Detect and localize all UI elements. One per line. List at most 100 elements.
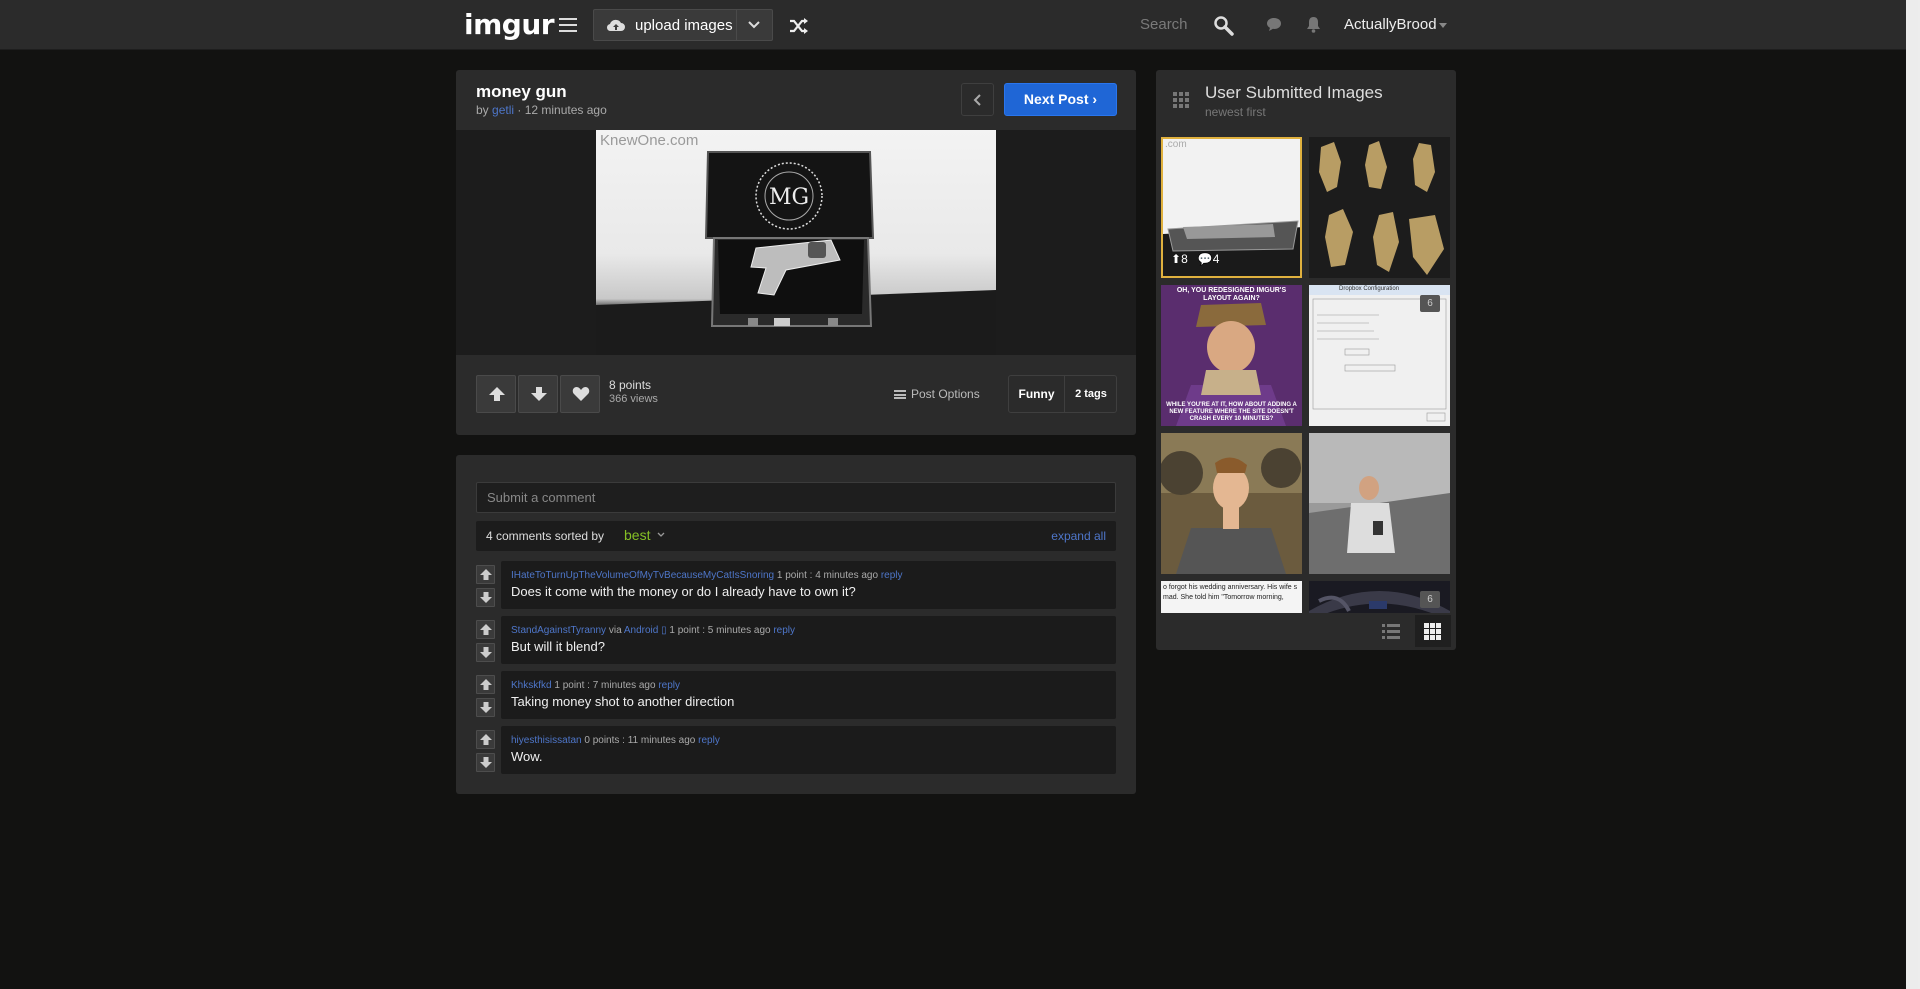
scrollbar-thumb[interactable] xyxy=(1908,0,1918,989)
post-meta: by getli · 12 minutes ago xyxy=(476,103,607,117)
thumbnail-money-gun[interactable]: .com ⬆8 💬4 xyxy=(1161,137,1302,278)
arrow-down-icon xyxy=(480,592,492,603)
comment-downvote-button[interactable] xyxy=(476,643,495,662)
imgur-logo[interactable]: imgur xyxy=(464,8,555,41)
reply-link[interactable]: reply xyxy=(658,680,680,691)
arrow-up-icon: ⬆ xyxy=(1171,252,1182,266)
vertical-scrollbar[interactable] xyxy=(1906,0,1920,989)
comment-upvote-button[interactable] xyxy=(476,730,495,749)
comment-meta: hiyesthisissatan 0 points : 11 minutes a… xyxy=(511,735,720,746)
arrow-down-icon xyxy=(531,387,547,401)
device-link[interactable]: Android ▯ xyxy=(624,625,667,636)
grid-view-icon xyxy=(1424,623,1441,640)
random-shuffle-icon[interactable] xyxy=(789,17,809,35)
user-menu[interactable]: ActuallyBrood xyxy=(1344,16,1437,33)
list-icon xyxy=(894,390,906,399)
comment-item: Khkskfkd 1 point : 7 minutes ago reply T… xyxy=(476,671,1116,721)
money-gun-case-picture: MG xyxy=(596,151,996,355)
tags-count-button[interactable]: 2 tags xyxy=(1065,376,1117,412)
thumbnail-dialog[interactable]: Dropbox Configuration 6 xyxy=(1309,285,1450,426)
thumbnail-meme[interactable]: OH, YOU REDESIGNED IMGUR'S LAYOUT AGAIN?… xyxy=(1161,285,1302,426)
upload-images-button[interactable]: upload images xyxy=(593,9,773,41)
comment-upvote-button[interactable] xyxy=(476,675,495,694)
comment-upvote-button[interactable] xyxy=(476,565,495,584)
sort-dropdown[interactable]: best xyxy=(624,527,650,543)
divider xyxy=(736,10,737,40)
post-views: 366 views xyxy=(609,393,658,405)
thumbnail-text-post[interactable]: o forgot his wedding anniversary. His wi… xyxy=(1161,581,1302,613)
reply-link[interactable]: reply xyxy=(773,625,795,636)
reply-link[interactable]: reply xyxy=(698,735,720,746)
search-input[interactable] xyxy=(1140,14,1210,34)
comment-meta: Khkskfkd 1 point : 7 minutes ago reply xyxy=(511,680,680,691)
comment-text: Does it come with the money or do I alre… xyxy=(511,584,856,599)
downvote-button[interactable] xyxy=(518,375,558,413)
post-options-button[interactable]: Post Options xyxy=(894,387,980,401)
comment-downvote-button[interactable] xyxy=(476,698,495,717)
menu-icon[interactable] xyxy=(559,18,577,32)
tag-funny[interactable]: Funny xyxy=(1009,376,1065,412)
favorite-button[interactable] xyxy=(560,375,600,413)
upload-label: upload images xyxy=(635,17,733,34)
thumbnail-man[interactable] xyxy=(1161,433,1302,574)
notifications-bell-icon[interactable] xyxy=(1306,16,1321,33)
meme-top-text: OH, YOU REDESIGNED IMGUR'S LAYOUT AGAIN? xyxy=(1176,287,1287,302)
comment-downvote-button[interactable] xyxy=(476,588,495,607)
search-icon[interactable] xyxy=(1213,15,1235,37)
expand-all-link[interactable]: expand all xyxy=(1051,529,1106,543)
chevron-down-icon[interactable] xyxy=(657,531,665,539)
comment-item: StandAgainstTyranny via Android ▯ 1 poin… xyxy=(476,616,1116,666)
comment-author-link[interactable]: IHateToTurnUpTheVolumeOfMyTvBecauseMyCat… xyxy=(511,570,774,581)
comment-author-link[interactable]: hiyesthisissatan xyxy=(511,735,582,746)
messages-icon[interactable] xyxy=(1266,17,1282,32)
comment-downvote-button[interactable] xyxy=(476,753,495,772)
comment-author-link[interactable]: Khkskfkd xyxy=(511,680,552,691)
comment-meta: IHateToTurnUpTheVolumeOfMyTvBecauseMyCat… xyxy=(511,570,903,581)
comment-meta: StandAgainstTyranny via Android ▯ 1 poin… xyxy=(511,625,795,636)
upvote-button[interactable] xyxy=(476,375,516,413)
arrow-down-icon xyxy=(480,702,492,713)
arrow-up-icon xyxy=(489,387,505,401)
comment-text: Wow. xyxy=(511,749,543,764)
top-navbar: imgur upload images ActuallyBrood xyxy=(0,0,1906,50)
comments-panel: 4 comments sorted by best expand all IHa… xyxy=(456,455,1136,794)
chevron-right-icon: › xyxy=(1092,91,1098,107)
comment-body: Khkskfkd 1 point : 7 minutes ago reply T… xyxy=(501,671,1116,719)
comments-count: 4 comments sorted by xyxy=(486,529,605,543)
thumbnail-ups: 8 xyxy=(1181,252,1188,266)
thumbnail-grid: .com ⬆8 💬4 OH, YOU REDESIGNED IMGUR'S LA… xyxy=(1161,137,1451,613)
caret-down-icon[interactable] xyxy=(1439,23,1447,28)
comment-body: StandAgainstTyranny via Android ▯ 1 poin… xyxy=(501,616,1116,664)
post-author-link[interactable]: getli xyxy=(492,103,514,117)
post-image[interactable]: KnewOne.com MG xyxy=(596,130,996,355)
thumbnail-stats: ⬆8 💬4 xyxy=(1171,252,1219,266)
album-count-badge: 6 xyxy=(1420,591,1440,608)
comment-score-time: 1 point : 4 minutes ago xyxy=(774,570,881,581)
arrow-up-icon xyxy=(480,679,492,690)
grid-view-button[interactable] xyxy=(1415,615,1451,647)
thumbnail-picture xyxy=(1161,433,1302,574)
comments-sort-bar: 4 comments sorted by best expand all xyxy=(476,521,1116,551)
list-view-icon[interactable] xyxy=(1382,622,1400,640)
comment-upvote-button[interactable] xyxy=(476,620,495,639)
arrow-up-icon xyxy=(480,569,492,580)
comment-score-time: 0 points : 11 minutes ago xyxy=(581,735,699,746)
thumbnail-great-wall[interactable] xyxy=(1309,433,1450,574)
arrow-up-icon xyxy=(480,734,492,745)
chevron-down-icon[interactable] xyxy=(745,16,763,34)
thumbnail-text: o forgot his wedding anniversary. His wi… xyxy=(1163,584,1298,601)
sidebar-sort-label[interactable]: newest first xyxy=(1205,105,1266,119)
previous-post-button[interactable] xyxy=(961,83,994,116)
comment-icon: 💬 xyxy=(1197,252,1213,266)
user-submitted-sidebar: User Submitted Images newest first .com … xyxy=(1156,70,1456,650)
comment-input[interactable] xyxy=(476,482,1116,513)
thumbnail-figurines[interactable] xyxy=(1309,137,1450,278)
next-post-button[interactable]: Next Post › xyxy=(1004,83,1117,116)
comment-text: Taking money shot to another direction xyxy=(511,694,735,709)
comment-score-time: 1 point : 5 minutes ago xyxy=(666,625,774,636)
comment-author-link[interactable]: StandAgainstTyranny xyxy=(511,625,606,636)
post-panel: money gun by getli · 12 minutes ago Next… xyxy=(456,70,1136,435)
reply-link[interactable]: reply xyxy=(881,570,903,581)
arrow-down-icon xyxy=(480,757,492,768)
thumbnail-car-interior[interactable]: 6 xyxy=(1309,581,1450,613)
